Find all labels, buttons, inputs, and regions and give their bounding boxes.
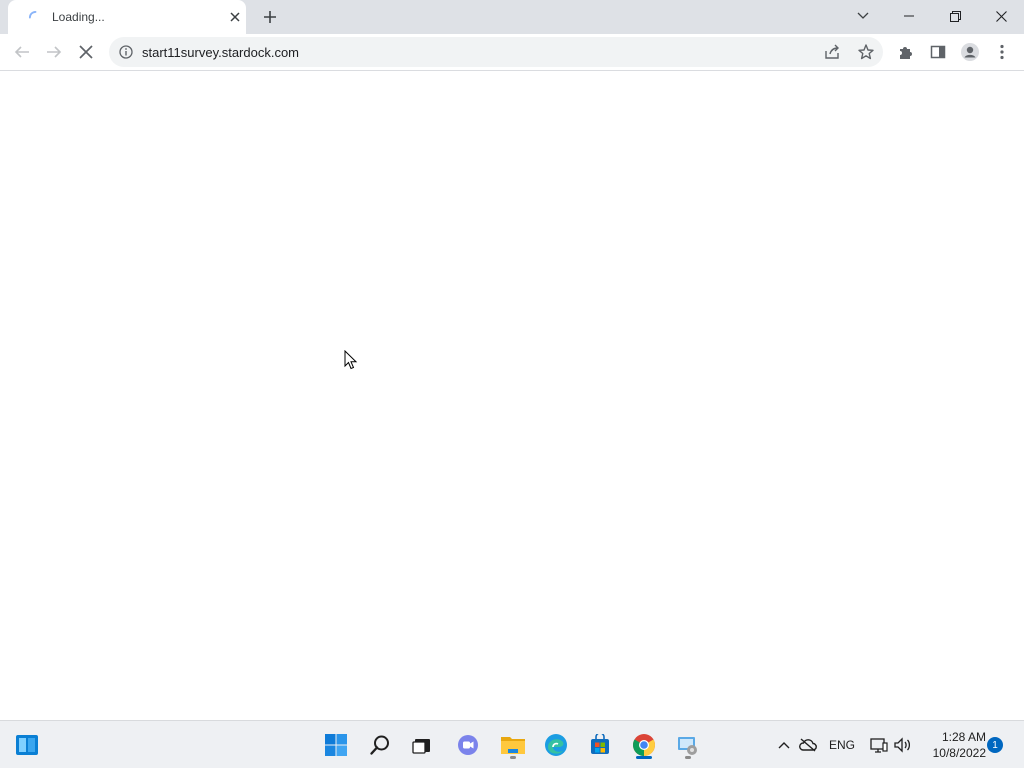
notification-badge[interactable]: 1 (987, 737, 1003, 753)
file-explorer-button[interactable] (497, 729, 529, 761)
widgets-icon[interactable] (14, 732, 40, 758)
clock-time: 1:28 AM (941, 730, 986, 744)
close-icon (230, 12, 240, 22)
store-icon (591, 734, 609, 754)
taskbar-clock[interactable]: 1:28 AM 10/8/2022 (916, 729, 986, 761)
task-view-icon (412, 739, 430, 754)
mouse-cursor-icon (344, 350, 358, 370)
volume-icon (894, 737, 911, 753)
address-bar[interactable]: start11survey.stardock.com (109, 37, 883, 67)
network-tray-button[interactable] (869, 735, 889, 755)
star-icon[interactable] (857, 43, 875, 61)
active-indicator (636, 756, 652, 759)
start-button[interactable] (320, 729, 352, 761)
tab-close-button[interactable] (226, 8, 244, 26)
kebab-menu-icon (1000, 44, 1004, 60)
onedrive-tray-button[interactable] (798, 735, 818, 755)
tab-strip: Loading... (0, 0, 1024, 34)
clock-date: 10/8/2022 (932, 746, 986, 760)
chevron-up-icon (778, 742, 790, 749)
cloud-offline-icon (799, 738, 817, 752)
chat-button[interactable] (452, 729, 484, 761)
edge-button[interactable] (540, 729, 572, 761)
taskbar: ENG 1:28 AM 10/8/2022 1 (0, 720, 1024, 768)
forward-arrow-icon (47, 46, 62, 58)
running-indicator (685, 756, 691, 759)
info-icon[interactable] (119, 45, 133, 59)
network-icon (870, 738, 888, 753)
edge-icon (545, 734, 567, 756)
teams-chat-icon (458, 735, 478, 755)
puzzle-icon (900, 47, 912, 59)
folder-icon (501, 737, 525, 754)
profile-icon (961, 43, 979, 61)
language-indicator[interactable]: ENG (826, 735, 858, 755)
back-arrow-icon (14, 46, 29, 58)
windows-start-icon (325, 734, 347, 756)
chrome-button[interactable] (628, 729, 660, 761)
side-panel-button[interactable] (924, 38, 952, 66)
tab-search-button[interactable] (840, 0, 886, 32)
task-view-button[interactable] (406, 729, 438, 761)
control-panel-button[interactable] (672, 729, 704, 761)
minimize-icon (904, 15, 914, 17)
show-hidden-icons-button[interactable] (776, 735, 792, 755)
tab-title: Loading... (52, 10, 105, 24)
chrome-icon (633, 734, 655, 756)
forward-button[interactable] (40, 38, 68, 66)
search-icon (370, 735, 389, 755)
new-tab-button[interactable] (259, 6, 281, 28)
plus-icon (264, 11, 276, 23)
loading-spinner-icon (28, 10, 37, 19)
stop-icon (79, 45, 93, 59)
browser-tab[interactable]: Loading... (8, 0, 246, 34)
volume-tray-button[interactable] (893, 735, 913, 755)
search-button[interactable] (364, 729, 396, 761)
store-button[interactable] (584, 729, 616, 761)
restore-icon (949, 10, 961, 22)
chevron-down-icon (857, 12, 869, 19)
chrome-menu-button[interactable] (988, 38, 1016, 66)
close-icon (995, 10, 1007, 22)
restore-button[interactable] (932, 0, 978, 32)
profile-button[interactable] (956, 38, 984, 66)
page-viewport[interactable] (0, 71, 1024, 720)
settings-app-icon (678, 737, 697, 755)
share-icon[interactable] (823, 43, 841, 61)
back-button[interactable] (8, 38, 36, 66)
extensions-button[interactable] (892, 38, 920, 66)
url-text[interactable]: start11survey.stardock.com (142, 45, 299, 60)
window-close-button[interactable] (978, 0, 1024, 32)
stop-button[interactable] (72, 38, 100, 66)
side-panel-icon (930, 45, 946, 59)
running-indicator (510, 756, 516, 759)
browser-toolbar: start11survey.stardock.com (0, 34, 1024, 71)
minimize-button[interactable] (886, 0, 932, 32)
